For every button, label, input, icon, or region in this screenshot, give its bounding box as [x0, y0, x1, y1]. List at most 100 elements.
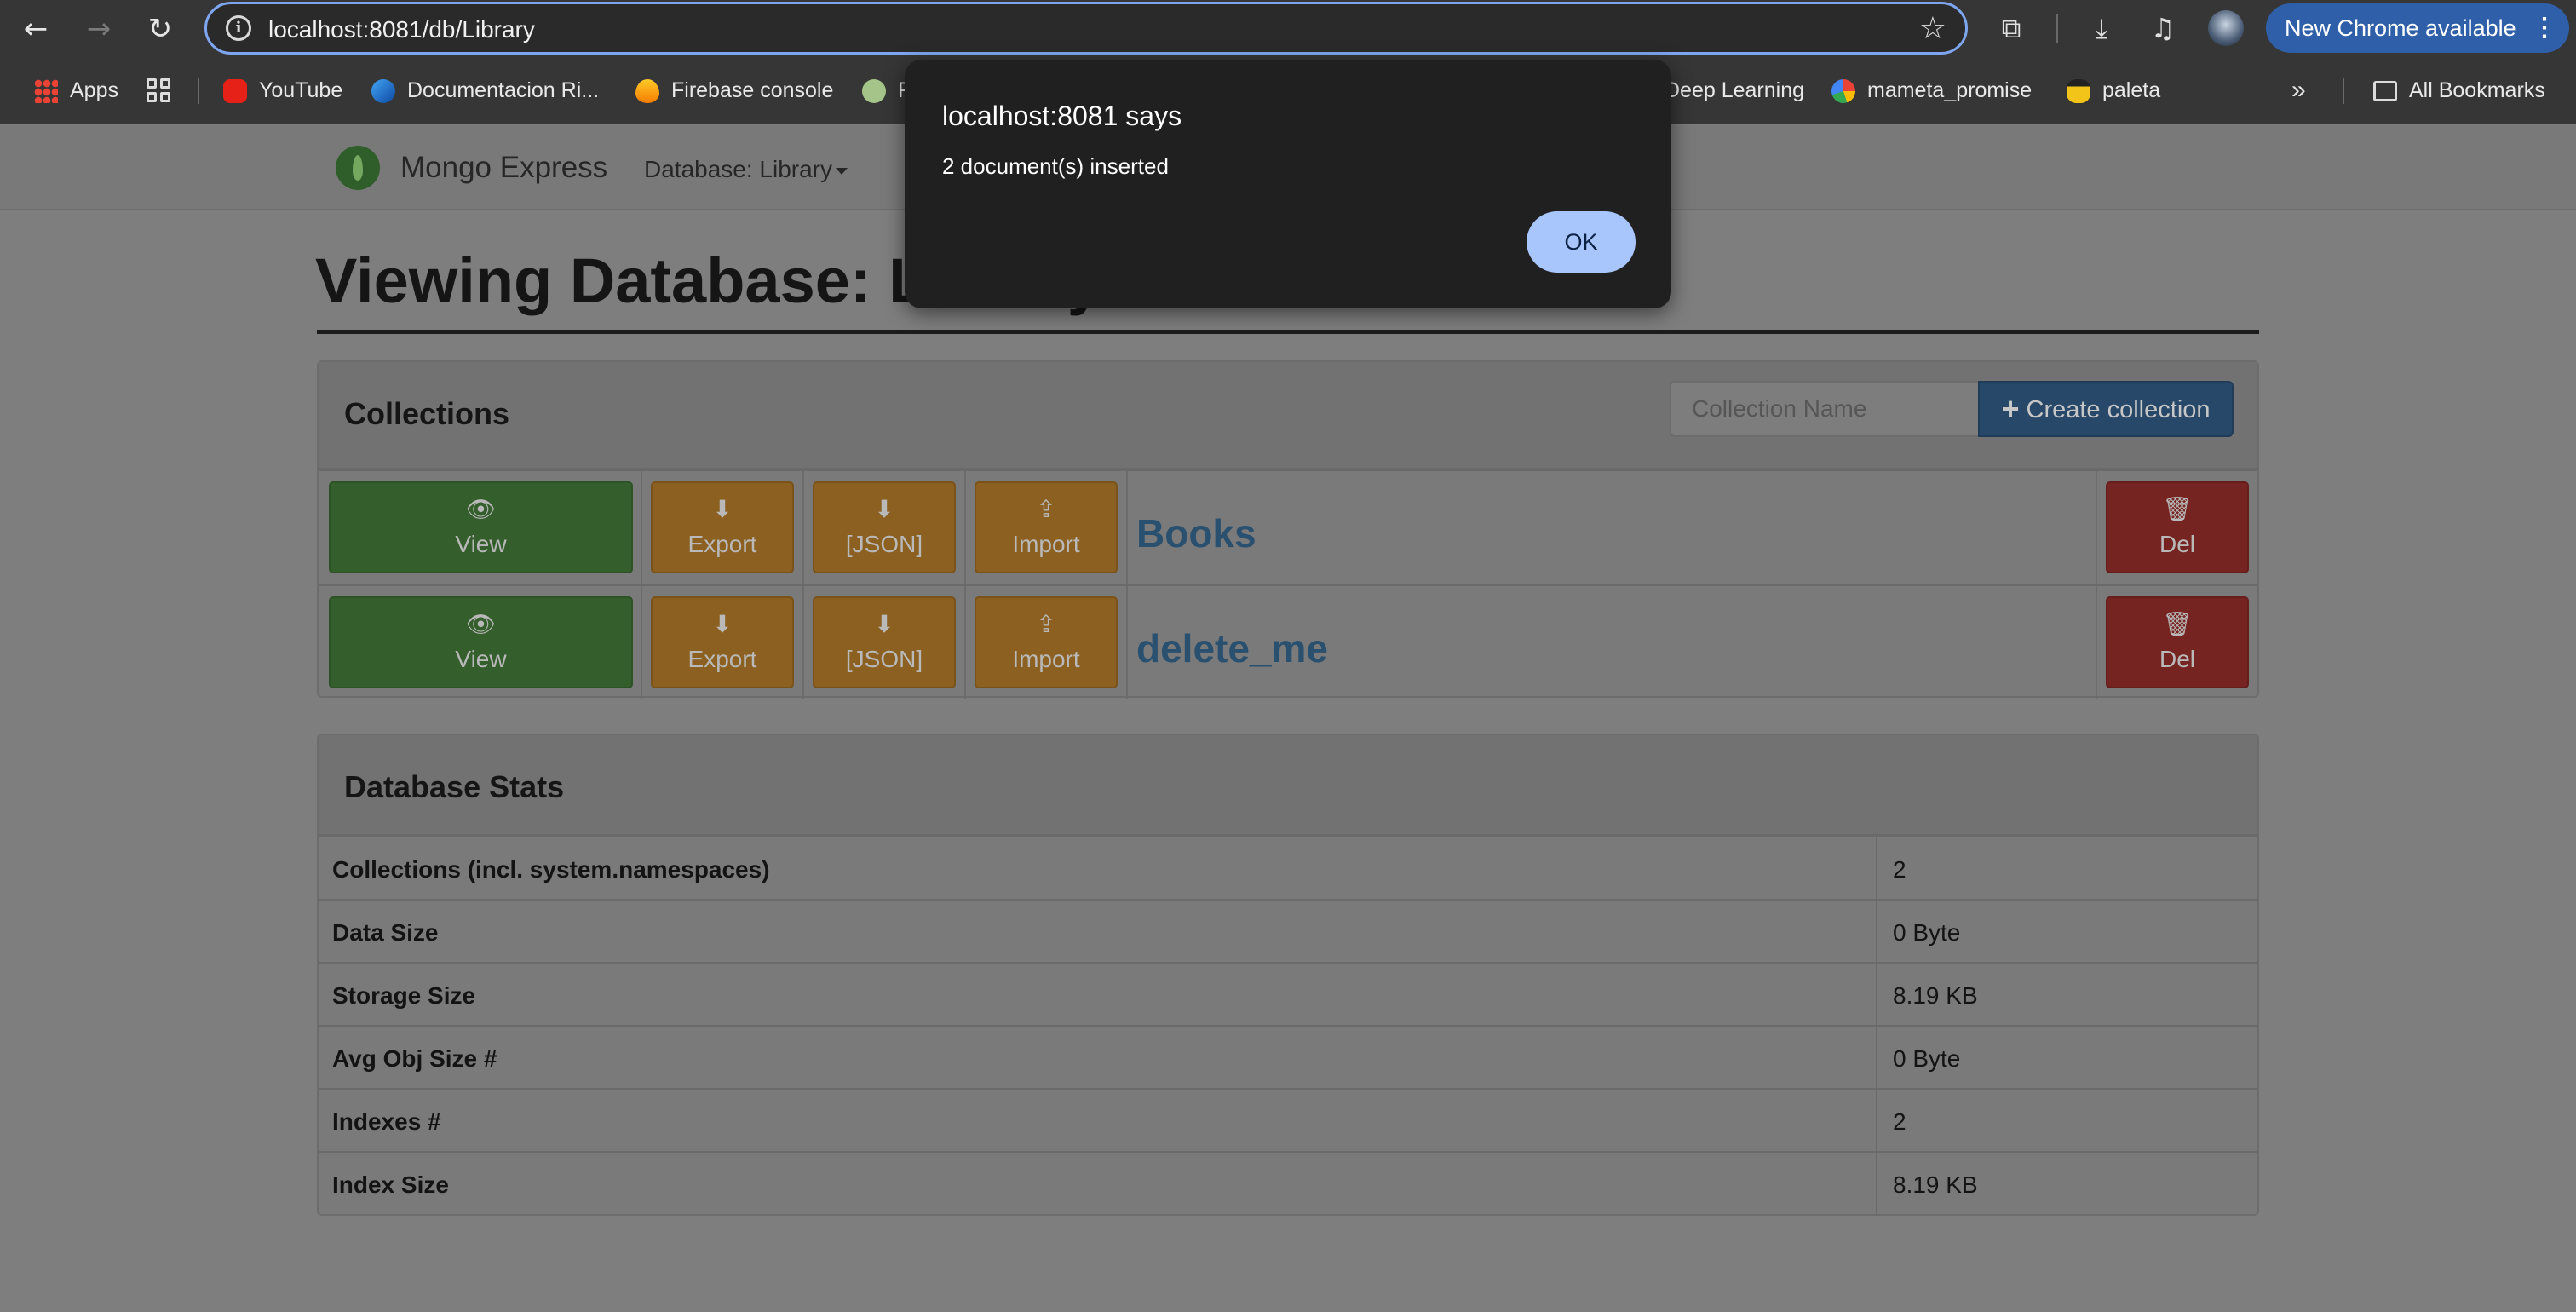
bookmark-documentacion[interactable]: Documentacion Ri... [371, 56, 599, 124]
stat-key: Avg Obj Size # [332, 1045, 497, 1072]
stats-row: Collections (incl. system.namespaces) 2 [319, 836, 2257, 899]
export-json-button[interactable]: ⬇ [JSON] [813, 596, 956, 688]
cell-divider [964, 471, 966, 584]
collection-row: 👁 View ⬇ Export ⬇ [JSON] ⇪ Import delete_me … [319, 584, 2257, 699]
create-collection-button[interactable]: + Create collection [1978, 381, 2234, 437]
bookmark-firebase[interactable]: Firebase console [635, 56, 833, 124]
eye-icon: 👁 [465, 610, 497, 638]
database-dropdown-label: Database: Library [644, 156, 833, 182]
brand-link[interactable]: Mongo Express [400, 151, 607, 185]
forward-arrow-icon[interactable]: → [82, 12, 116, 46]
bookmark-label: YouTube [259, 78, 343, 102]
export-button[interactable]: ⬇ Export [651, 481, 794, 573]
toolbar-separator [2056, 14, 2058, 43]
stats-row: Index Size 8.19 KB [319, 1151, 2257, 1214]
save-icon: ⬇ [874, 495, 894, 523]
create-collection-label: Create collection [2026, 396, 2211, 423]
bookmark-label: paleta [2102, 78, 2161, 102]
eye-icon: 👁 [465, 495, 497, 523]
delete-button[interactable]: 🗑 Del [2106, 481, 2249, 573]
json-label: [JSON] [845, 646, 923, 672]
apps-grid-icon [34, 79, 58, 104]
cell-divider [641, 471, 642, 584]
reload-icon[interactable]: ↻ [143, 12, 177, 46]
chrome-update-button[interactable]: New Chrome available ⋮ [2266, 3, 2569, 53]
bookmark-paleta[interactable]: paleta [2067, 56, 2160, 124]
folder-icon [2373, 81, 2397, 102]
save-icon: ⬇ [874, 610, 894, 638]
delete-button[interactable]: 🗑 Del [2106, 596, 2249, 688]
profile-avatar[interactable] [2208, 10, 2244, 46]
extensions-icon[interactable]: ⧉ [1993, 10, 2029, 46]
stats-row: Avg Obj Size # 0 Byte [319, 1025, 2257, 1088]
site-info-icon[interactable]: i [226, 15, 251, 41]
all-bookmarks[interactable]: All Bookmarks [2373, 56, 2545, 124]
tab-groups-icon[interactable] [147, 78, 172, 104]
back-arrow-icon[interactable]: ← [19, 12, 53, 46]
bookmark-label: Documentacion Ri... [407, 78, 600, 102]
media-control-icon[interactable]: ♫ [2145, 10, 2181, 46]
import-label: Import [1012, 646, 1080, 672]
import-button[interactable]: ⇪ Import [975, 481, 1118, 573]
paleta-icon [2067, 79, 2090, 104]
database-dropdown[interactable]: Database: Library [644, 156, 848, 183]
stat-key: Index Size [332, 1171, 449, 1198]
caret-down-icon [836, 167, 848, 175]
database-stats-title: Database Stats [344, 769, 565, 804]
cell-divider [1876, 1090, 1877, 1151]
alert-dialog: localhost:8081 says 2 document(s) insert… [905, 60, 1671, 308]
bookmark-f[interactable]: F [862, 56, 911, 124]
collections-title: Collections [344, 396, 510, 431]
stat-value: 2 [1893, 856, 1906, 883]
import-label: Import [1012, 531, 1080, 557]
view-button[interactable]: 👁 View [329, 481, 633, 573]
bookmark-deep-learning[interactable]: Deep Learning [1665, 56, 1804, 124]
collection-link[interactable]: Books [1136, 510, 1256, 556]
download-icon[interactable]: ⤓ [2084, 10, 2119, 46]
bookmark-mameta-promise[interactable]: mameta_promise [1831, 56, 2032, 124]
collections-panel: Collections +Create collection 👁 View ⬇ Ex… [317, 360, 2259, 699]
bookmark-star-icon[interactable]: ☆ [1919, 11, 1946, 46]
ok-button[interactable]: OK [1527, 211, 1636, 273]
collections-panel-header: Collections +Create collection [319, 362, 2257, 469]
import-button[interactable]: ⇪ Import [975, 596, 1118, 688]
export-button[interactable]: ⬇ Export [651, 596, 794, 688]
mongo-leaf-icon[interactable] [336, 146, 380, 190]
cell-divider [802, 471, 804, 584]
trash-icon: 🗑 [2162, 610, 2193, 638]
bookmarks-overflow-icon[interactable]: » [2291, 56, 2306, 124]
stats-row: Indexes # 2 [319, 1088, 2257, 1151]
chrome-update-label: New Chrome available [2285, 15, 2516, 41]
collection-name-input[interactable] [1670, 381, 1987, 437]
stat-key: Storage Size [332, 982, 476, 1009]
collection-link[interactable]: delete_me [1136, 625, 1328, 671]
stat-key: Collections (incl. system.namespaces) [332, 856, 770, 883]
address-bar-url[interactable]: localhost:8081/db/Library [268, 16, 535, 43]
more-menu-icon[interactable]: ⋮ [2532, 3, 2557, 53]
save-icon: ⬇ [712, 610, 733, 638]
dialog-title: localhost:8081 says [942, 101, 1182, 131]
title-divider [317, 330, 2259, 334]
export-label: Export [687, 531, 757, 557]
google-icon [1831, 79, 1855, 104]
cell-divider [1876, 964, 1877, 1025]
flutter-doc-icon [371, 79, 395, 104]
bookmark-label: Apps [70, 78, 118, 102]
collection-row: 👁 View ⬇ Export ⬇ [JSON] ⇪ Import Books 🗑 Del [319, 469, 2257, 584]
bookmark-apps[interactable]: Apps [34, 56, 118, 124]
stats-row: Storage Size 8.19 KB [319, 962, 2257, 1025]
stat-key: Data Size [332, 919, 439, 946]
bookmark-youtube[interactable]: YouTube [223, 56, 342, 124]
stat-value: 2 [1893, 1108, 1906, 1135]
stats-panel-header: Database Stats [319, 735, 2257, 836]
cell-divider [2096, 471, 2097, 584]
bookmark-label: Deep Learning [1665, 78, 1805, 102]
delete-label: Del [2159, 646, 2195, 672]
view-button[interactable]: 👁 View [329, 596, 633, 688]
cell-divider [964, 586, 966, 699]
export-json-button[interactable]: ⬇ [JSON] [813, 481, 956, 573]
address-bar[interactable]: i localhost:8081/db/Library ☆ [204, 2, 1968, 55]
stat-key: Indexes # [332, 1108, 441, 1135]
cell-divider [1126, 471, 1128, 584]
upload-cloud-icon: ⇪ [1036, 610, 1056, 638]
